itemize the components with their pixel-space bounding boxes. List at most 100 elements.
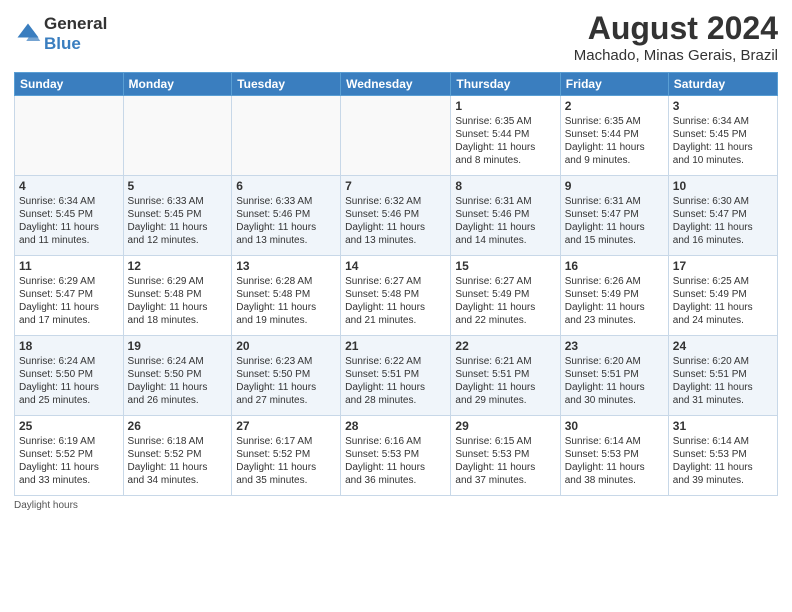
month-title: August 2024 xyxy=(574,10,778,47)
weekday-wednesday: Wednesday xyxy=(341,73,451,96)
header: General Blue August 2024 Machado, Minas … xyxy=(14,10,778,64)
day-cell xyxy=(232,96,341,176)
day-info: Sunrise: 6:29 AM Sunset: 5:47 PM Dayligh… xyxy=(19,275,119,327)
day-number: 1 xyxy=(455,99,555,113)
day-info: Sunrise: 6:26 AM Sunset: 5:49 PM Dayligh… xyxy=(565,275,664,327)
day-number: 18 xyxy=(19,339,119,353)
day-info: Sunrise: 6:14 AM Sunset: 5:53 PM Dayligh… xyxy=(565,435,664,487)
day-cell: 22Sunrise: 6:21 AM Sunset: 5:51 PM Dayli… xyxy=(451,336,560,416)
day-number: 3 xyxy=(673,99,773,113)
day-info: Sunrise: 6:24 AM Sunset: 5:50 PM Dayligh… xyxy=(19,355,119,407)
day-cell: 21 Sunrise: 6:22 AM Sunset: 5:51 PM Dayli… xyxy=(341,336,451,416)
day-info: Sunrise: 6:30 AM Sunset: 5:47 PM Dayligh… xyxy=(673,195,773,247)
day-cell: 18 Sunrise: 6:24 AM Sunset: 5:50 PM Dayli… xyxy=(15,336,124,416)
day-number: 9 xyxy=(565,179,664,193)
day-cell: 5Sunrise: 6:33 AM Sunset: 5:45 PM Daylig… xyxy=(123,176,232,256)
day-cell: 7 Sunrise: 6:32 AM Sunset: 5:46 PM Daylig… xyxy=(341,176,451,256)
day-info: Sunrise: 6:15 AM Sunset: 5:53 PM Dayligh… xyxy=(455,435,555,487)
page: General Blue August 2024 Machado, Minas … xyxy=(0,0,792,612)
day-info: Sunrise: 6:14 AM Sunset: 5:53 PM Dayligh… xyxy=(673,435,773,487)
day-cell: 10 Sunrise: 6:30 AM Sunset: 5:47 PM Dayli… xyxy=(668,176,777,256)
day-cell: 23 Sunrise: 6:20 AM Sunset: 5:51 PM Dayli… xyxy=(560,336,668,416)
day-number: 10 xyxy=(673,179,773,193)
day-cell xyxy=(341,96,451,176)
day-cell: 4 Sunrise: 6:34 AM Sunset: 5:45 PM Daylig… xyxy=(15,176,124,256)
day-number: 6 xyxy=(236,179,336,193)
day-info: Sunrise: 6:24 AM Sunset: 5:50 PM Dayligh… xyxy=(128,355,228,407)
title-block: August 2024 Machado, Minas Gerais, Brazi… xyxy=(574,10,778,64)
day-cell: 26 Sunrise: 6:18 AM Sunset: 5:52 PM Dayli… xyxy=(123,416,232,496)
day-cell: 9Sunrise: 6:31 AM Sunset: 5:47 PM Daylig… xyxy=(560,176,668,256)
day-info: Sunrise: 6:18 AM Sunset: 5:52 PM Dayligh… xyxy=(128,435,228,487)
day-cell: 27 Sunrise: 6:17 AM Sunset: 5:52 PM Dayli… xyxy=(232,416,341,496)
day-cell: 8 Sunrise: 6:31 AM Sunset: 5:46 PM Daylig… xyxy=(451,176,560,256)
day-info: Sunrise: 6:35 AM Sunset: 5:44 PM Dayligh… xyxy=(455,115,555,167)
day-number: 25 xyxy=(19,419,119,433)
day-cell: 13Sunrise: 6:28 AM Sunset: 5:48 PM Dayli… xyxy=(232,256,341,336)
day-info: Sunrise: 6:29 AM Sunset: 5:48 PM Dayligh… xyxy=(128,275,228,327)
day-number: 26 xyxy=(128,419,228,433)
day-cell: 15Sunrise: 6:27 AM Sunset: 5:49 PM Dayli… xyxy=(451,256,560,336)
day-number: 31 xyxy=(673,419,773,433)
day-number: 29 xyxy=(455,419,555,433)
day-number: 8 xyxy=(455,179,555,193)
weekday-sunday: Sunday xyxy=(15,73,124,96)
day-number: 11 xyxy=(19,259,119,273)
day-cell: 12 Sunrise: 6:29 AM Sunset: 5:48 PM Dayli… xyxy=(123,256,232,336)
weekday-tuesday: Tuesday xyxy=(232,73,341,96)
footer-note: Daylight hours xyxy=(14,500,778,511)
day-number: 2 xyxy=(565,99,664,113)
location-title: Machado, Minas Gerais, Brazil xyxy=(574,47,778,64)
day-number: 5 xyxy=(128,179,228,193)
day-cell: 2 Sunrise: 6:35 AM Sunset: 5:44 PM Daylig… xyxy=(560,96,668,176)
day-info: Sunrise: 6:27 AM Sunset: 5:48 PM Dayligh… xyxy=(345,275,446,327)
day-info: Sunrise: 6:20 AM Sunset: 5:51 PM Dayligh… xyxy=(565,355,664,407)
day-cell: 6Sunrise: 6:33 AM Sunset: 5:46 PM Daylig… xyxy=(232,176,341,256)
day-info: Sunrise: 6:23 AM Sunset: 5:50 PM Dayligh… xyxy=(236,355,336,407)
week-row-3: 11 Sunrise: 6:29 AM Sunset: 5:47 PM Dayli… xyxy=(15,256,778,336)
logo: General Blue xyxy=(14,14,107,54)
day-info: Sunrise: 6:32 AM Sunset: 5:46 PM Dayligh… xyxy=(345,195,446,247)
day-info: Sunrise: 6:31 AM Sunset: 5:46 PM Dayligh… xyxy=(455,195,555,247)
day-info: Sunrise: 6:19 AM Sunset: 5:52 PM Dayligh… xyxy=(19,435,119,487)
day-info: Sunrise: 6:22 AM Sunset: 5:51 PM Dayligh… xyxy=(345,355,446,407)
day-info: Sunrise: 6:28 AM Sunset: 5:48 PM Dayligh… xyxy=(236,275,336,327)
day-number: 12 xyxy=(128,259,228,273)
calendar-table: SundayMondayTuesdayWednesdayThursdayFrid… xyxy=(14,72,778,496)
day-number: 22 xyxy=(455,339,555,353)
day-cell: 11 Sunrise: 6:29 AM Sunset: 5:47 PM Dayli… xyxy=(15,256,124,336)
day-cell: 31 Sunrise: 6:14 AM Sunset: 5:53 PM Dayli… xyxy=(668,416,777,496)
day-info: Sunrise: 6:34 AM Sunset: 5:45 PM Dayligh… xyxy=(19,195,119,247)
weekday-monday: Monday xyxy=(123,73,232,96)
weekday-friday: Friday xyxy=(560,73,668,96)
day-cell: 19 Sunrise: 6:24 AM Sunset: 5:50 PM Dayli… xyxy=(123,336,232,416)
day-number: 24 xyxy=(673,339,773,353)
day-number: 7 xyxy=(345,179,446,193)
week-row-5: 25 Sunrise: 6:19 AM Sunset: 5:52 PM Dayli… xyxy=(15,416,778,496)
day-number: 27 xyxy=(236,419,336,433)
week-row-2: 4 Sunrise: 6:34 AM Sunset: 5:45 PM Daylig… xyxy=(15,176,778,256)
day-cell: 3 Sunrise: 6:34 AM Sunset: 5:45 PM Daylig… xyxy=(668,96,777,176)
day-number: 16 xyxy=(565,259,664,273)
day-number: 15 xyxy=(455,259,555,273)
day-cell xyxy=(15,96,124,176)
day-number: 19 xyxy=(128,339,228,353)
week-row-1: 1 Sunrise: 6:35 AM Sunset: 5:44 PM Daylig… xyxy=(15,96,778,176)
day-cell: 17Sunrise: 6:25 AM Sunset: 5:49 PM Dayli… xyxy=(668,256,777,336)
day-info: Sunrise: 6:17 AM Sunset: 5:52 PM Dayligh… xyxy=(236,435,336,487)
week-row-4: 18 Sunrise: 6:24 AM Sunset: 5:50 PM Dayli… xyxy=(15,336,778,416)
day-cell: 30Sunrise: 6:14 AM Sunset: 5:53 PM Dayli… xyxy=(560,416,668,496)
day-number: 23 xyxy=(565,339,664,353)
day-info: Sunrise: 6:16 AM Sunset: 5:53 PM Dayligh… xyxy=(345,435,446,487)
day-cell: 16 Sunrise: 6:26 AM Sunset: 5:49 PM Dayli… xyxy=(560,256,668,336)
day-number: 4 xyxy=(19,179,119,193)
day-info: Sunrise: 6:35 AM Sunset: 5:44 PM Dayligh… xyxy=(565,115,664,167)
day-cell xyxy=(123,96,232,176)
day-cell: 1 Sunrise: 6:35 AM Sunset: 5:44 PM Daylig… xyxy=(451,96,560,176)
day-info: Sunrise: 6:34 AM Sunset: 5:45 PM Dayligh… xyxy=(673,115,773,167)
logo-icon xyxy=(14,20,42,48)
day-number: 21 xyxy=(345,339,446,353)
day-number: 20 xyxy=(236,339,336,353)
day-number: 14 xyxy=(345,259,446,273)
day-cell: 14 Sunrise: 6:27 AM Sunset: 5:48 PM Dayli… xyxy=(341,256,451,336)
